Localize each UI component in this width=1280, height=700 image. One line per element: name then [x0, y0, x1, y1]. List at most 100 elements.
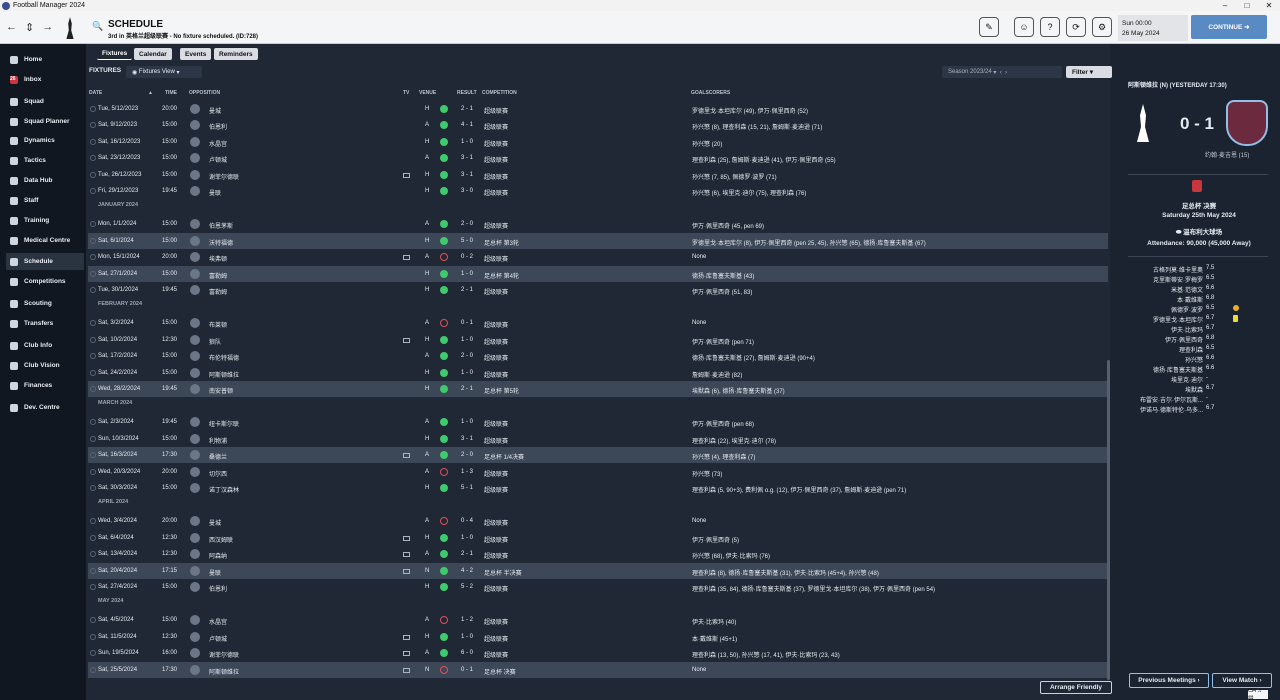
opposition-cell[interactable]: 水晶宫 — [209, 139, 227, 148]
sidebar-item-dev-centre[interactable]: Dev. Centre — [6, 399, 84, 416]
table-row[interactable]: Sat, 23/12/2023 15:00 卢顿城 A 3 - 1 超级联赛 理查利森 (2… — [88, 150, 1108, 166]
refresh-icon[interactable]: ⟳ — [1066, 17, 1086, 37]
table-row[interactable]: Sat, 16/3/2024 17:30 桑德兰 A 2 - 0 足总杯 1/4决赛 孙兴慜… — [88, 447, 1108, 463]
col-tv[interactable]: TV — [403, 90, 409, 96]
scrollbar[interactable] — [1107, 360, 1110, 680]
opposition-cell[interactable]: 伯恩利 — [209, 584, 227, 593]
table-row[interactable]: Sat, 2/3/2024 19:45 纽卡斯尔联 A 1 - 0 超级联赛 伊万·佩里西奇… — [88, 414, 1108, 430]
table-row[interactable]: Sat, 13/4/2024 12:30 阿森纳 A 2 - 1 超级联赛 孙兴慜 (68)… — [88, 546, 1108, 562]
sidebar-item-dynamics[interactable]: Dynamics — [6, 132, 84, 149]
col-time[interactable]: TIME — [165, 90, 177, 96]
minimize-button[interactable]: – — [1214, 1, 1236, 10]
col-competition[interactable]: COMPETITION — [482, 90, 517, 96]
table-row[interactable]: Sat, 17/2/2024 15:00 布伦特福德 A 2 - 0 超级联赛 德扬·库鲁塞… — [88, 348, 1108, 364]
view-match-button[interactable]: View Match › — [1212, 673, 1272, 688]
opposition-cell[interactable]: 沃特福德 — [209, 238, 233, 247]
opposition-cell[interactable]: 切尔西 — [209, 469, 227, 478]
col-goalscorers[interactable]: GOALSCORERS — [691, 90, 730, 96]
sidebar-item-data-hub[interactable]: Data Hub — [6, 172, 84, 189]
sidebar-item-scouting[interactable]: Scouting — [6, 295, 84, 312]
club-logo-icon[interactable] — [66, 17, 74, 39]
table-row[interactable]: Sun, 10/3/2024 15:00 利物浦 H 3 - 1 超级联赛 理查利森 (22… — [88, 431, 1108, 447]
table-row[interactable]: Mon, 1/1/2024 15:00 伯恩茅斯 A 2 - 0 超级联赛 伊万·佩里西奇 … — [88, 216, 1108, 232]
opposition-cell[interactable]: 桑德兰 — [209, 452, 227, 461]
table-row[interactable]: Wed, 3/4/2024 20:00 曼城 A 0 - 4 超级联赛 None — [88, 513, 1108, 529]
opposition-cell[interactable]: 西汉姆联 — [209, 535, 233, 544]
opposition-cell[interactable]: 曼城 — [209, 518, 221, 527]
table-row[interactable]: Sat, 24/2/2024 15:00 阿斯顿维拉 H 1 - 0 超级联赛 詹姆斯·麦迪… — [88, 365, 1108, 381]
sidebar-item-club-info[interactable]: Club Info — [6, 337, 84, 354]
opposition-cell[interactable]: 伯恩茅斯 — [209, 221, 233, 230]
opposition-cell[interactable]: 卢顿城 — [209, 155, 227, 164]
table-row[interactable]: Sun, 19/5/2024 16:00 谢菲尔德联 A 6 - 0 超级联赛 理查利森 (… — [88, 645, 1108, 661]
opposition-cell[interactable]: 伯恩利 — [209, 122, 227, 131]
sidebar-item-transfers[interactable]: Transfers — [6, 315, 84, 332]
forward-arrow-icon[interactable]: → — [42, 21, 53, 34]
opposition-cell[interactable]: 富勒姆 — [209, 287, 227, 296]
maximize-button[interactable]: □ — [1236, 1, 1258, 10]
table-row[interactable]: Tue, 26/12/2023 15:00 谢菲尔德联 H 3 - 1 超级联赛 孙兴慜 (… — [88, 167, 1108, 183]
tab-events[interactable]: Events — [180, 48, 212, 60]
table-row[interactable]: Sat, 4/5/2024 15:00 水晶宫 A 1 - 2 超级联赛 伊夫·比索玛 (4… — [88, 612, 1108, 628]
opposition-cell[interactable]: 南安普顿 — [209, 386, 233, 395]
opposition-cell[interactable]: 阿森纳 — [209, 551, 227, 560]
table-row[interactable]: Sat, 6/4/2024 12:30 西汉姆联 H 1 - 0 超级联赛 伊万·佩里西奇 … — [88, 530, 1108, 546]
opposition-cell[interactable]: 利物浦 — [209, 436, 227, 445]
table-row[interactable]: Sat, 6/1/2024 15:00 沃特福德 H 5 - 0 足总杯 第3轮 罗德里戈·… — [88, 232, 1108, 249]
table-row[interactable]: Sat, 11/5/2024 12:30 卢顿城 H 1 - 0 超级联赛 本·戴维斯 (4… — [88, 629, 1108, 645]
table-row[interactable]: Mon, 15/1/2024 20:00 埃弗顿 A 0 - 2 超级联赛 None — [88, 249, 1108, 265]
history-icon[interactable]: ⇕ — [25, 21, 34, 34]
table-row[interactable]: Sat, 16/12/2023 15:00 水晶宫 H 1 - 0 超级联赛 孙兴慜 (20… — [88, 134, 1108, 150]
season-selector[interactable]: Season 2023/24 ▾ ‹ › — [942, 66, 1062, 78]
back-arrow-icon[interactable]: ← — [6, 21, 17, 34]
opposition-cell[interactable]: 埃弗顿 — [209, 254, 227, 263]
sidebar-item-staff[interactable]: Staff — [6, 192, 84, 209]
table-row[interactable]: Sat, 20/4/2024 17:15 曼联 N 4 - 2 足总杯 半决赛 理查利森 (… — [88, 562, 1108, 579]
gear-icon[interactable]: ⚙ — [1092, 17, 1112, 37]
table-row[interactable]: Wed, 20/3/2024 20:00 切尔西 A 1 - 3 超级联赛 孙兴慜 (73) — [88, 464, 1108, 480]
table-row[interactable]: Sat, 10/2/2024 12:30 狼队 H 1 - 0 超级联赛 伊万·佩里西奇 (… — [88, 332, 1108, 348]
opposition-cell[interactable]: 谢菲尔德联 — [209, 172, 239, 181]
col-venue[interactable]: VENUE — [419, 90, 436, 96]
opposition-cell[interactable]: 卢顿城 — [209, 634, 227, 643]
manager-icon[interactable]: ☺ — [1014, 17, 1034, 37]
opposition-cell[interactable]: 谢菲尔德联 — [209, 650, 239, 659]
continue-button[interactable]: CONTINUE ➜ — [1191, 15, 1267, 39]
table-row[interactable]: Sat, 27/1/2024 15:00 富勒姆 H 1 - 0 足总杯 第4轮 德扬·库鲁… — [88, 265, 1108, 282]
tab-calendar[interactable]: Calendar — [134, 48, 172, 60]
tab-fixtures[interactable]: Fixtures — [97, 48, 133, 60]
opposition-cell[interactable]: 诺丁汉森林 — [209, 485, 239, 494]
sidebar-item-tactics[interactable]: Tactics — [6, 152, 84, 169]
table-row[interactable]: Sat, 3/2/2024 15:00 布莱顿 A 0 - 1 超级联赛 None — [88, 315, 1108, 331]
previous-meetings-button[interactable]: Previous Meetings › — [1129, 673, 1209, 688]
sidebar-item-squad-planner[interactable]: Squad Planner — [6, 113, 84, 130]
col-date[interactable]: DATE — [89, 90, 102, 96]
fixtures-view-dropdown[interactable]: ◉ Fixtures View ▾ — [126, 66, 202, 78]
sidebar-item-training[interactable]: Training — [6, 212, 84, 229]
opposition-cell[interactable]: 狼队 — [209, 337, 221, 346]
opposition-cell[interactable]: 阿斯顿维拉 — [209, 370, 239, 379]
sidebar-item-home[interactable]: Home — [6, 51, 84, 68]
table-row[interactable]: Tue, 5/12/2023 20:00 曼城 H 2 - 1 超级联赛 罗德里戈·本坦库尔… — [88, 101, 1108, 117]
close-button[interactable]: ✕ — [1258, 1, 1280, 10]
sort-arrow-icon[interactable]: ▲ — [148, 90, 153, 96]
col-result[interactable]: RESULT — [457, 90, 477, 96]
sidebar-item-competitions[interactable]: Competitions — [6, 273, 84, 290]
opposition-cell[interactable]: 曼联 — [209, 188, 221, 197]
sidebar-item-squad[interactable]: Squad — [6, 93, 84, 110]
sidebar-item-inbox[interactable]: 26 Inbox — [6, 71, 84, 88]
opposition-cell[interactable]: 曼联 — [209, 568, 221, 577]
opposition-cell[interactable]: 布莱顿 — [209, 320, 227, 329]
opposition-cell[interactable]: 水晶宫 — [209, 617, 227, 626]
table-row[interactable]: Sat, 25/5/2024 17:30 阿斯顿维拉 N 0 - 1 足总杯 决赛 None — [88, 661, 1108, 678]
table-row[interactable]: Sat, 9/12/2023 15:00 伯恩利 A 4 - 1 超级联赛 孙兴慜 (8),… — [88, 117, 1108, 133]
arrange-friendly-button[interactable]: Arrange Friendly — [1040, 681, 1112, 694]
sidebar-item-finances[interactable]: Finances — [6, 377, 84, 394]
opposition-cell[interactable]: 曼城 — [209, 106, 221, 115]
sidebar-item-schedule[interactable]: Schedule — [6, 253, 84, 270]
sidebar-item-club-vision[interactable]: Club Vision — [6, 357, 84, 374]
opposition-cell[interactable]: 阿斯顿维拉 — [209, 667, 239, 676]
col-opposition[interactable]: OPPOSITION — [189, 90, 220, 96]
opposition-cell[interactable]: 富勒姆 — [209, 271, 227, 280]
help-icon[interactable]: ? — [1040, 17, 1060, 37]
